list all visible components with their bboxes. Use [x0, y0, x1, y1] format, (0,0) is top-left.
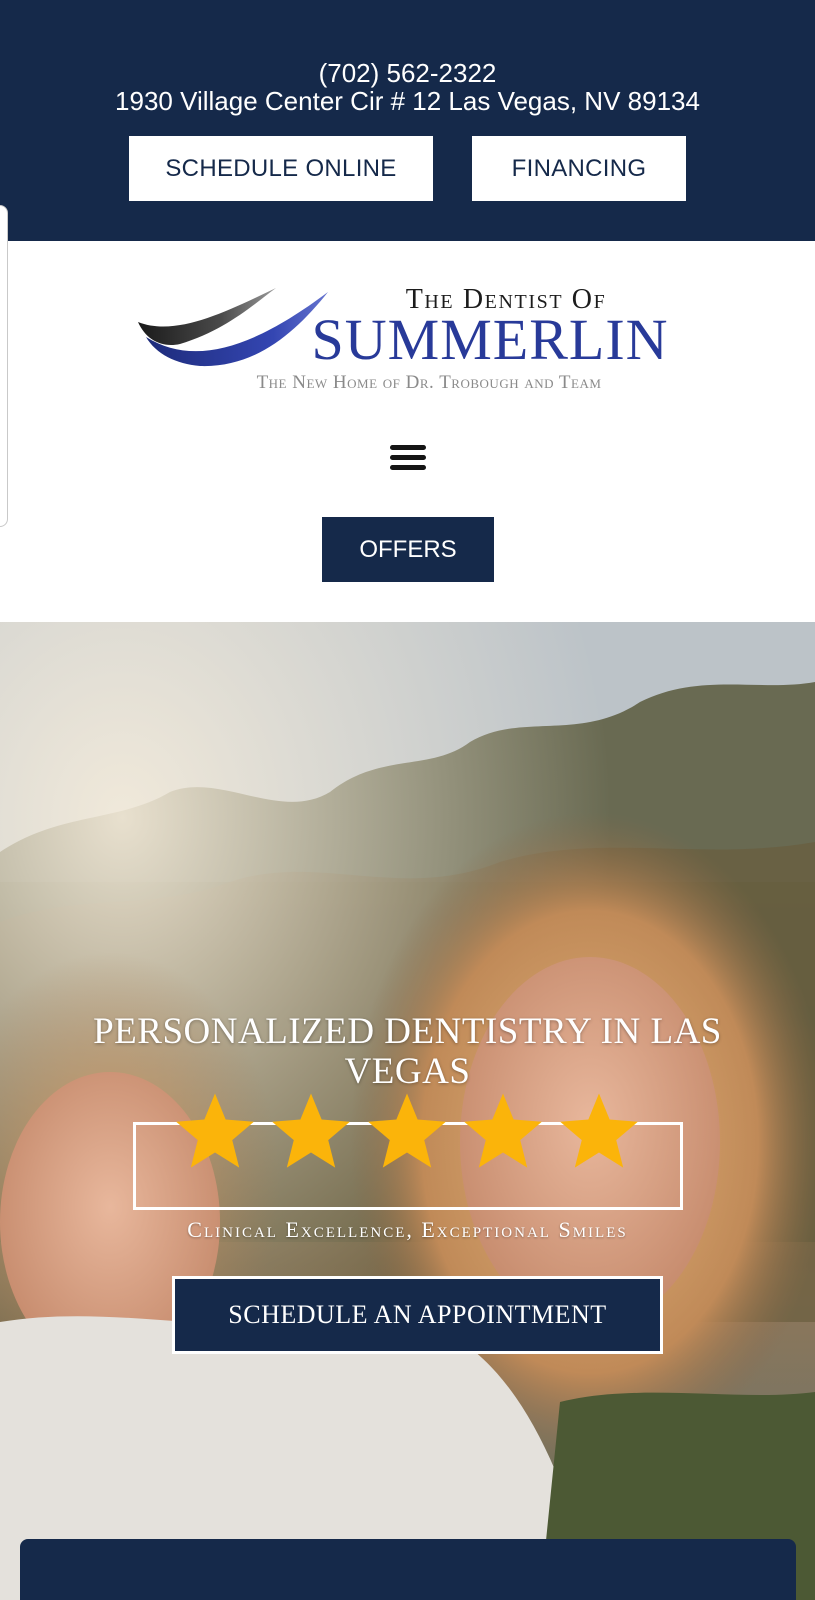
- schedule-appointment-button[interactable]: SCHEDULE AN APPOINTMENT: [172, 1276, 663, 1354]
- phone-number-link[interactable]: (702) 562-2322: [0, 58, 815, 88]
- hero-tagline: Clinical Excellence, Exceptional Smiles: [187, 1217, 628, 1242]
- logo-subtitle: The New Home of Dr. Trobough and Team: [256, 372, 602, 393]
- address-text[interactable]: 1930 Village Center Cir # 12 Las Vegas, …: [0, 86, 815, 116]
- site-logo[interactable]: The Dentist Of SUMMERLIN The New Home of…: [136, 278, 676, 398]
- menu-bar: [390, 465, 426, 470]
- star-icon: [176, 1093, 254, 1168]
- star-icon: [272, 1093, 350, 1168]
- star-icon: [368, 1093, 446, 1168]
- top-contact-bar: (702) 562-2322 1930 Village Center Cir #…: [0, 0, 815, 241]
- hero-heading: PERSONALIZED DENTISTRY IN LAS VEGAS: [93, 1011, 722, 1092]
- logo-main-line: SUMMERLIN: [311, 307, 669, 372]
- bottom-navy-panel: [20, 1539, 796, 1600]
- hero-section: PERSONALIZED DENTISTRY IN LAS VEGAS Clin…: [0, 622, 815, 1600]
- offers-button[interactable]: OFFERS: [322, 517, 494, 582]
- star-rating: [170, 1088, 650, 1178]
- hamburger-menu-icon[interactable]: [388, 443, 428, 473]
- schedule-online-button[interactable]: SCHEDULE ONLINE: [129, 136, 433, 201]
- star-icon: [560, 1093, 638, 1168]
- side-widget-tab[interactable]: [0, 205, 8, 527]
- menu-bar: [390, 445, 426, 450]
- financing-button[interactable]: FINANCING: [472, 136, 686, 201]
- menu-bar: [390, 455, 426, 460]
- star-icon: [464, 1093, 542, 1168]
